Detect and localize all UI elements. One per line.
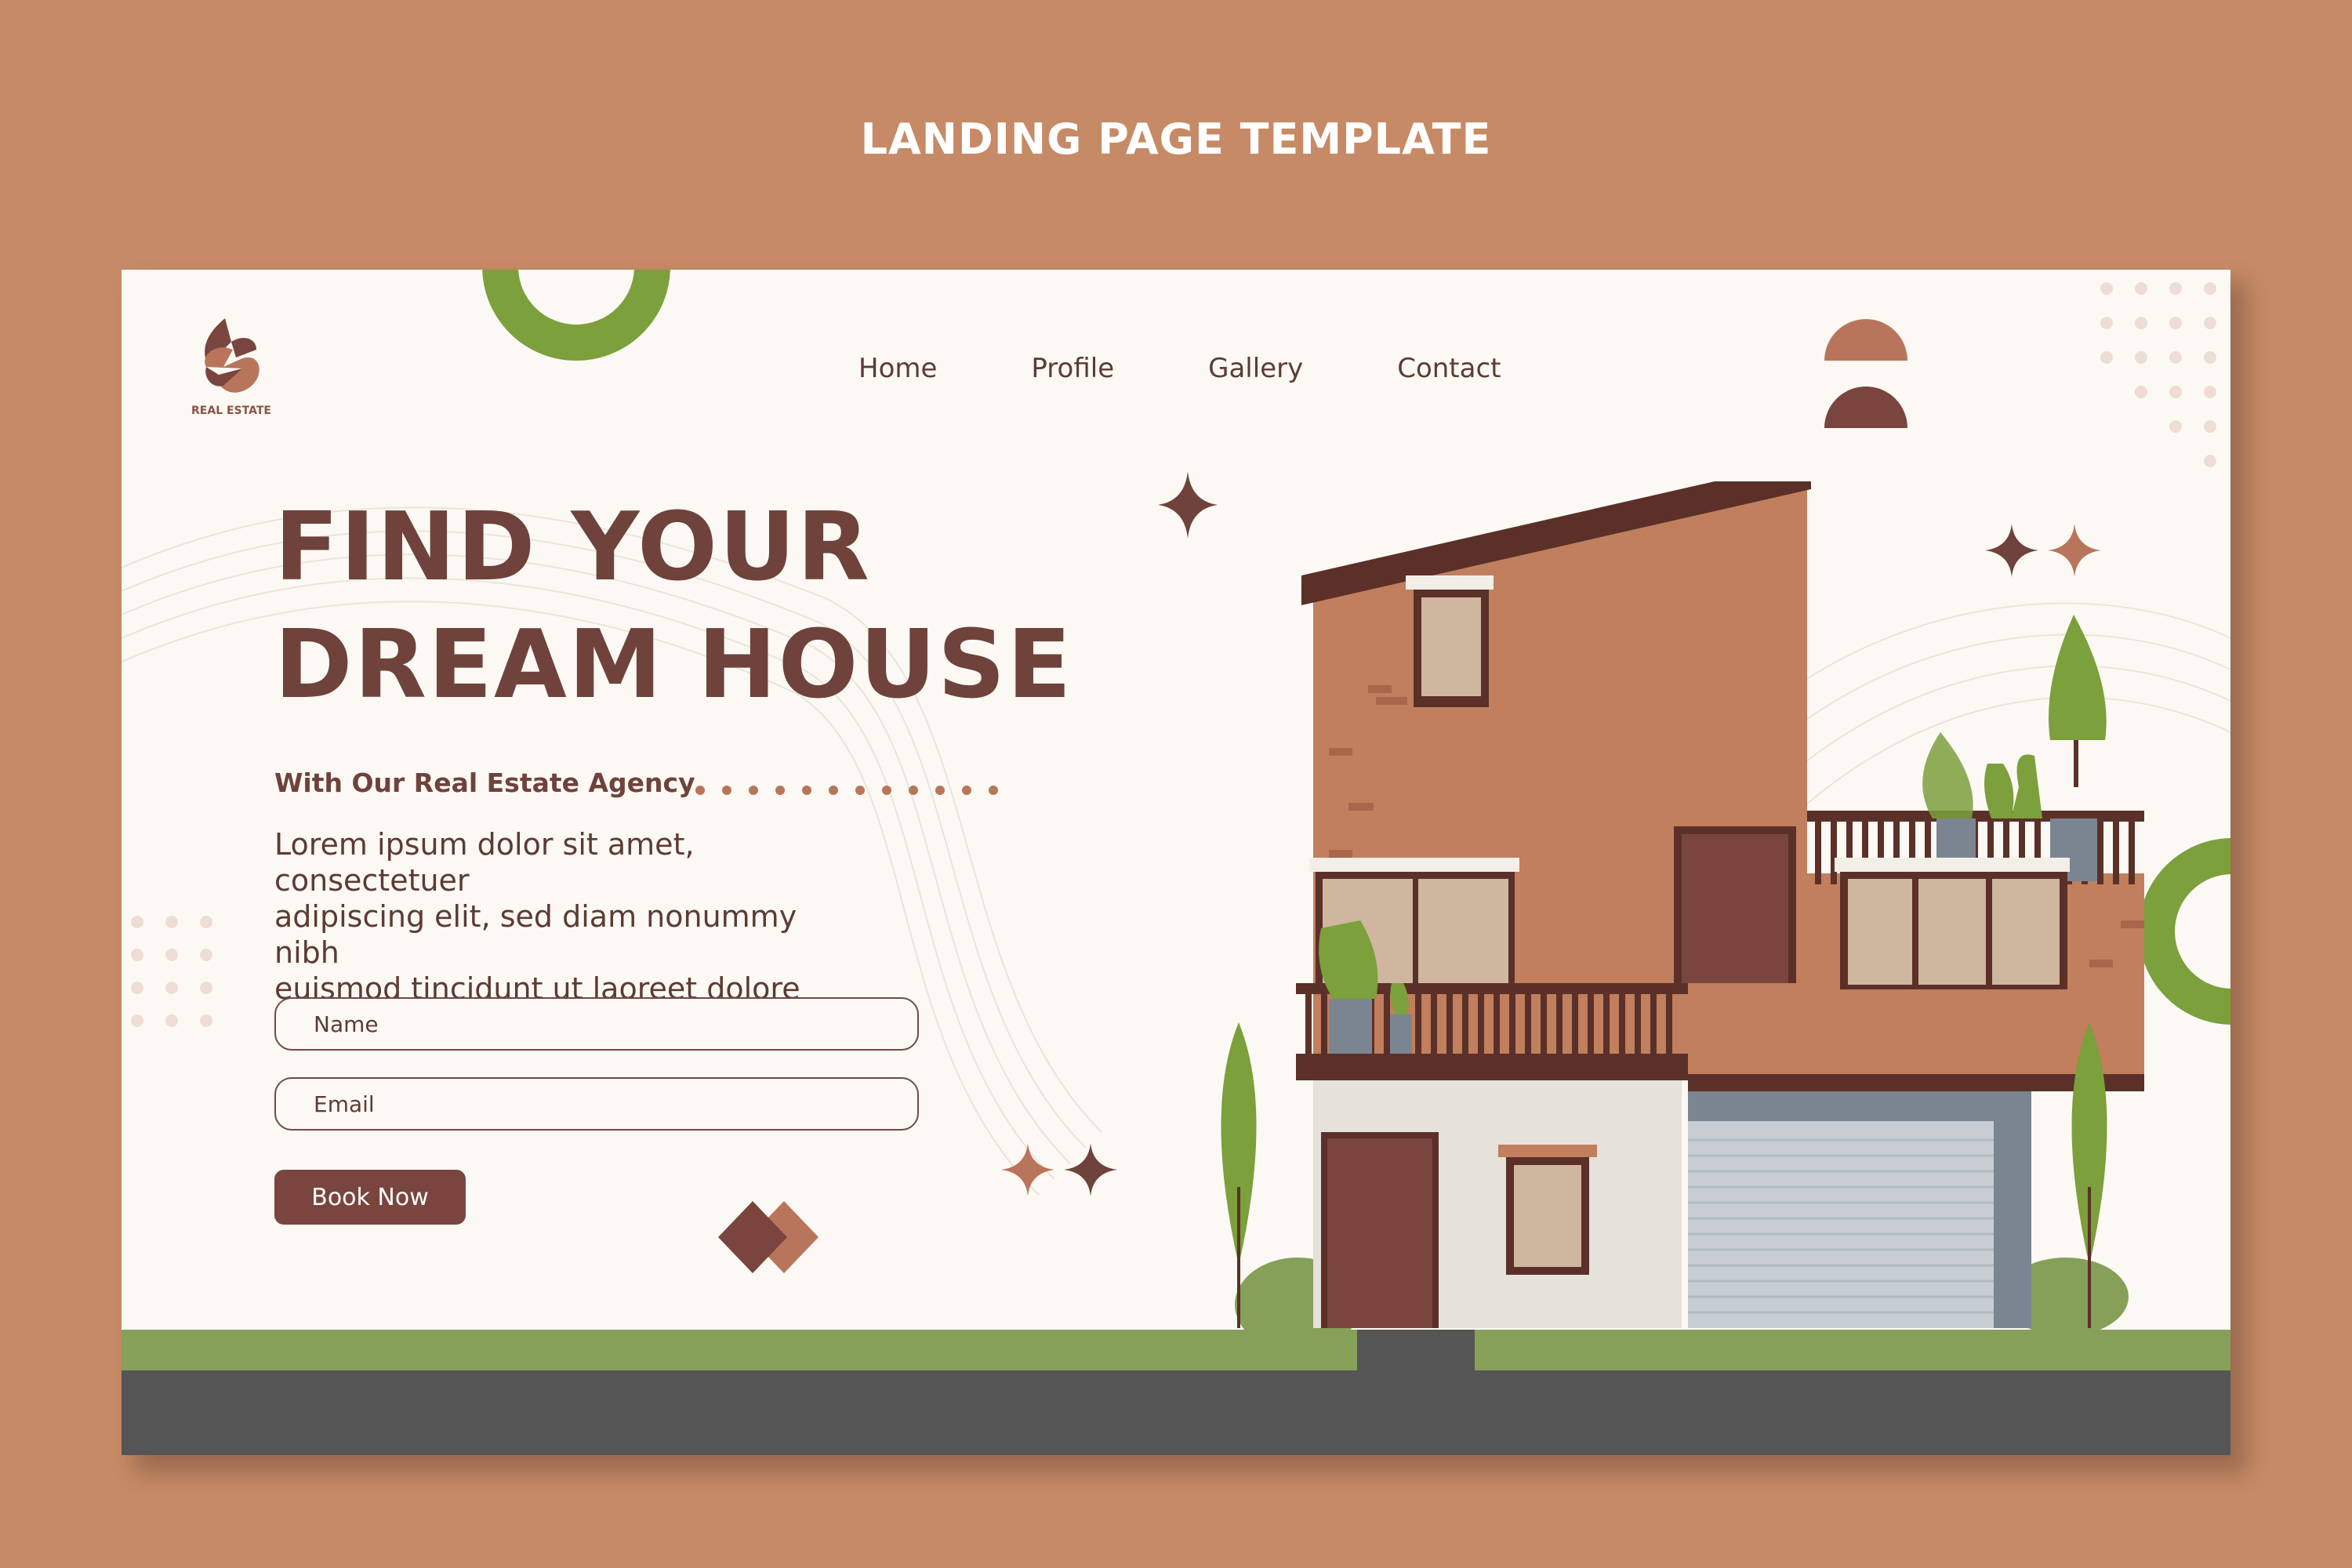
nav-item-gallery[interactable]: Gallery xyxy=(1208,353,1303,384)
headline-line-2: DREAM HOUSE xyxy=(274,611,1073,720)
nav-item-home[interactable]: Home xyxy=(858,353,937,384)
logo-text: REAL ESTATE xyxy=(191,405,271,417)
green-ring-top xyxy=(482,270,670,361)
house-illustration xyxy=(1221,481,2144,1336)
diamonds-decoration xyxy=(718,1201,818,1273)
green-ring-right xyxy=(2139,838,2230,1025)
dot-grid-left xyxy=(131,916,212,1027)
email-field[interactable] xyxy=(274,1077,919,1131)
nav-item-profile[interactable]: Profile xyxy=(1031,353,1114,384)
book-now-button[interactable]: Book Now xyxy=(274,1170,466,1225)
road xyxy=(122,1370,2230,1455)
dotted-line-decoration xyxy=(695,786,998,795)
body-line-2: adipiscing elit, sed diam nonummy nibh xyxy=(274,899,797,970)
headline-line-1: FIND YOUR xyxy=(274,493,871,602)
banner-title: LANDING PAGE TEMPLATE xyxy=(860,114,1492,164)
dot-grid-top-right xyxy=(2100,282,2216,467)
main-nav: Home Profile Gallery Contact xyxy=(858,353,1595,384)
sparkle-pair-bottom-icon xyxy=(1001,1143,1117,1196)
logo-icon xyxy=(205,318,260,393)
nav-item-contact[interactable]: Contact xyxy=(1397,353,1501,384)
body-line-1: Lorem ipsum dolor sit amet, consectetuer xyxy=(274,827,695,898)
hero-headline: FIND YOUR DREAM HOUSE xyxy=(274,489,1137,724)
name-field[interactable] xyxy=(274,997,919,1051)
hero-subtitle: With Our Real Estate Agency xyxy=(274,768,695,798)
half-circles-decoration xyxy=(1824,319,1907,428)
landing-page-mockup: REAL ESTATE Home Profile Gallery Contact xyxy=(122,270,2230,1455)
